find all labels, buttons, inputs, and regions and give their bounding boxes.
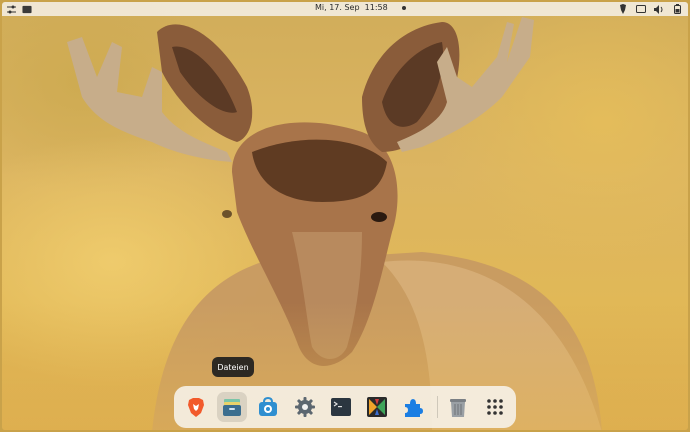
files-icon — [223, 399, 242, 416]
dock-tooltip: Dateien — [212, 357, 254, 377]
volume-icon[interactable] — [654, 4, 664, 14]
dock-software-button[interactable] — [253, 392, 283, 422]
battery-icon[interactable] — [672, 4, 682, 14]
extensions-puzzle-icon — [405, 399, 424, 417]
settings-sliders-icon[interactable] — [6, 4, 16, 14]
trash-icon — [450, 399, 467, 417]
dock-files-button[interactable] — [217, 392, 248, 422]
dock-separator — [436, 396, 438, 418]
dock-settings-button[interactable] — [290, 392, 320, 422]
dock-trash-button[interactable] — [444, 392, 474, 422]
notification-dot-icon — [401, 5, 406, 10]
desktop-wallpaper — [2, 2, 688, 430]
screen-icon[interactable] — [636, 4, 646, 14]
top-bar: Mi, 17. Sep 11:58 — [2, 2, 688, 16]
dock — [174, 386, 516, 428]
colorful-app-icon — [367, 397, 387, 417]
window-switcher-icon[interactable] — [22, 4, 32, 14]
dock-extensions-button[interactable] — [398, 392, 428, 422]
brave-icon — [187, 398, 204, 417]
app-grid-icon — [486, 399, 503, 415]
settings-gear-icon — [294, 397, 315, 417]
dock-app-grid-button[interactable] — [480, 392, 510, 422]
dock-pinta-button[interactable] — [362, 392, 392, 422]
clock-datetime: Mi, 17. Sep 11:58 — [315, 3, 388, 12]
dock-terminal-button[interactable] — [326, 392, 356, 422]
dock-brave-button[interactable] — [181, 392, 211, 422]
clock-button[interactable]: Mi, 17. Sep 11:58 — [315, 3, 406, 12]
moose-wallpaper-image — [2, 17, 688, 430]
software-store-icon — [259, 396, 278, 416]
terminal-icon — [330, 398, 351, 416]
brave-tray-icon[interactable] — [618, 4, 628, 14]
